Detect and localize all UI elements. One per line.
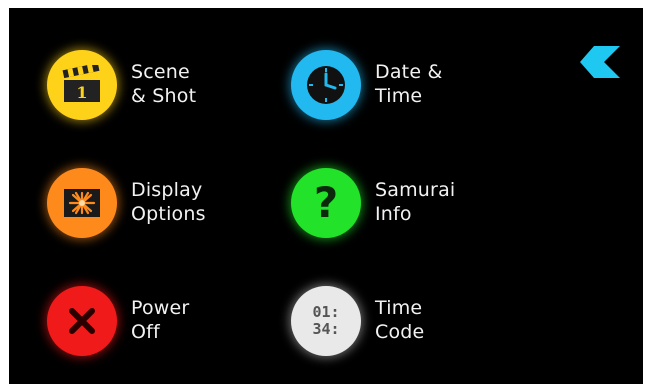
clock-icon xyxy=(291,50,361,120)
power-off-label-line2: Off xyxy=(131,321,160,343)
back-button[interactable] xyxy=(580,44,620,80)
date-time-label: Date & Time xyxy=(375,60,442,108)
clapperboard-icon: 1 xyxy=(47,50,117,120)
scene-shot-label: Scene & Shot xyxy=(131,60,196,108)
display-options-label: Display Options xyxy=(131,178,206,226)
samurai-info-label-line1: Samurai xyxy=(375,179,456,201)
display-options-label-line1: Display xyxy=(131,179,203,201)
samurai-info-label: Samurai Info xyxy=(375,178,455,226)
question-mark-glyph: ? xyxy=(313,178,339,227)
display-options-button[interactable]: Display Options xyxy=(47,168,267,248)
timecode-icon: 01: 34: xyxy=(291,286,361,356)
power-off-label: Power Off xyxy=(131,296,189,344)
scene-shot-label-line1: Scene xyxy=(131,61,190,83)
question-mark-icon: ? xyxy=(291,168,361,238)
timecode-readout-line1: 01: xyxy=(312,303,340,321)
timecode-readout: 01: 34: xyxy=(312,304,339,338)
power-off-label-line1: Power xyxy=(131,297,190,319)
display-options-label-line2: Options xyxy=(131,203,206,225)
time-code-label: Time Code xyxy=(375,296,424,344)
power-off-button[interactable]: Power Off xyxy=(47,286,267,366)
time-code-label-line1: Time xyxy=(375,297,423,319)
close-x-icon xyxy=(47,286,117,356)
time-code-button[interactable]: 01: 34: Time Code xyxy=(291,286,511,366)
scene-shot-label-line2: & Shot xyxy=(131,85,197,107)
back-arrow-icon xyxy=(580,46,620,78)
time-code-label-line2: Code xyxy=(375,321,425,343)
clapper-number: 1 xyxy=(76,83,87,102)
date-time-label-line2: Time xyxy=(375,85,423,107)
samurai-info-button[interactable]: ? Samurai Info xyxy=(291,168,511,248)
display-burst-icon xyxy=(47,168,117,238)
date-time-button[interactable]: Date & Time xyxy=(291,50,511,130)
date-time-label-line1: Date & xyxy=(375,61,443,83)
samurai-info-label-line2: Info xyxy=(375,203,412,225)
timecode-readout-line2: 34: xyxy=(312,320,340,338)
scene-shot-button[interactable]: 1 Scene & Shot xyxy=(47,50,267,130)
samurai-menu-screen: 1 Scene & Shot Date & Time Display Optio… xyxy=(9,8,643,384)
